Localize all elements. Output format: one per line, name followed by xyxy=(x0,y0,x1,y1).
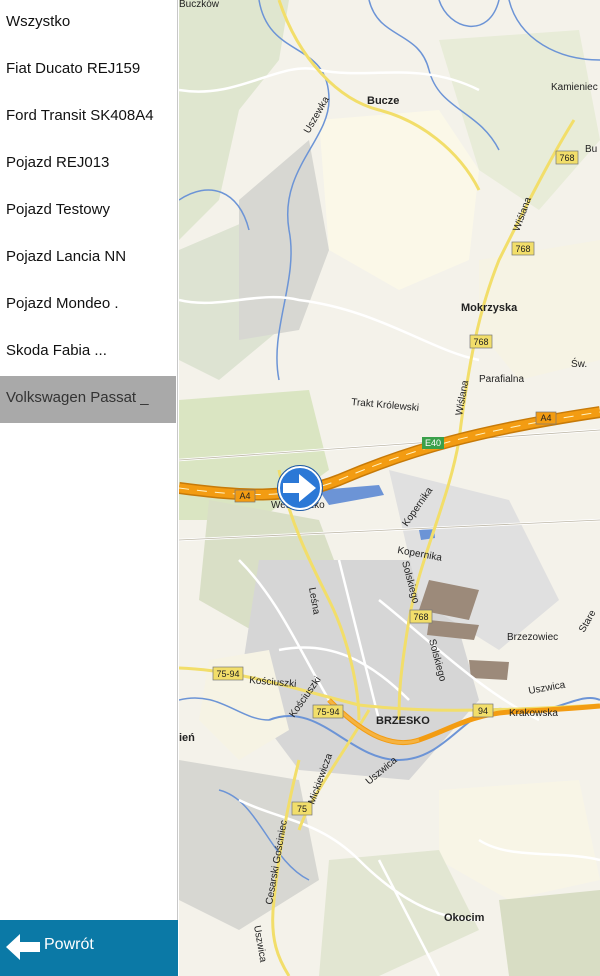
back-arrow-icon xyxy=(6,934,40,960)
vehicle-item-all[interactable]: Wszystko xyxy=(0,0,177,47)
street-label: Parafialna xyxy=(479,374,524,385)
back-button[interactable]: Powrót xyxy=(0,920,178,976)
vehicle-item-pojazd-lancia[interactable]: Pojazd Lancia NN xyxy=(0,235,177,282)
place-label: ień xyxy=(179,732,195,744)
place-label: Kamieniec xyxy=(551,82,598,93)
vehicle-marker[interactable] xyxy=(277,465,323,511)
map-view[interactable]: 768 768 768 768 E40 A4 A4 75-94 75-94 94… xyxy=(179,0,600,976)
svg-text:768: 768 xyxy=(515,244,530,254)
street-label: Krakowska xyxy=(509,708,558,719)
place-label: Bu xyxy=(585,144,597,155)
place-label: Mokrzyska xyxy=(461,302,518,314)
place-label: BRZESKO xyxy=(376,715,430,727)
svg-text:A4: A4 xyxy=(540,413,551,423)
svg-text:75-94: 75-94 xyxy=(316,707,339,717)
svg-text:768: 768 xyxy=(473,337,488,347)
vehicle-item-ford-transit[interactable]: Ford Transit SK408A4 xyxy=(0,94,177,141)
back-label: Powrót xyxy=(44,936,94,953)
svg-text:768: 768 xyxy=(413,612,428,622)
svg-text:E40: E40 xyxy=(425,438,441,448)
vehicle-item-volkswagen-passat[interactable]: Volkswagen Passat _ xyxy=(0,376,176,423)
svg-text:768: 768 xyxy=(559,153,574,163)
place-label: Brzezowiec xyxy=(507,632,558,643)
vehicle-item-skoda-fabia[interactable]: Skoda Fabia ... xyxy=(0,329,177,376)
svg-text:94: 94 xyxy=(478,706,488,716)
place-label: Św. xyxy=(571,357,587,370)
svg-text:A4: A4 xyxy=(239,491,250,501)
vehicle-item-pojazd-mondeo[interactable]: Pojazd Mondeo . xyxy=(0,282,177,329)
vehicle-list: Wszystko Fiat Ducato REJ159 Ford Transit… xyxy=(0,0,177,423)
vehicle-item-pojazd-testowy[interactable]: Pojazd Testowy xyxy=(0,188,177,235)
vehicle-item-fiat-ducato[interactable]: Fiat Ducato REJ159 xyxy=(0,47,177,94)
vehicle-sidebar: Wszystko Fiat Ducato REJ159 Ford Transit… xyxy=(0,0,178,976)
place-label: Okocim xyxy=(444,912,485,924)
place-label: Buczków xyxy=(179,0,220,10)
place-label: Bucze xyxy=(367,95,399,107)
industrial-area xyxy=(469,660,509,680)
svg-text:75: 75 xyxy=(297,804,307,814)
forest-area xyxy=(499,890,600,976)
map-canvas[interactable]: 768 768 768 768 E40 A4 A4 75-94 75-94 94… xyxy=(179,0,600,976)
svg-text:75-94: 75-94 xyxy=(216,669,239,679)
vehicle-item-pojazd-rej013[interactable]: Pojazd REJ013 xyxy=(0,141,177,188)
